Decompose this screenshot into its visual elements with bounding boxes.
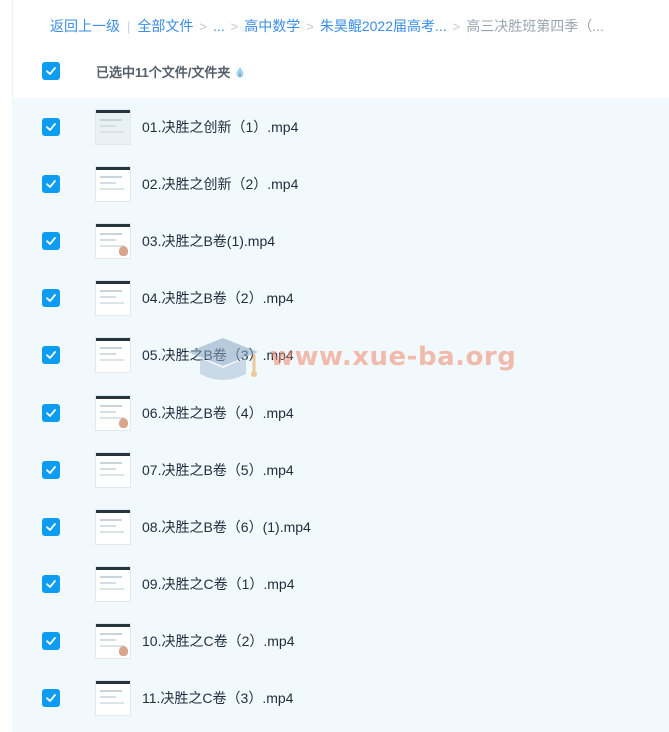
check-icon: [46, 408, 56, 417]
file-checkbox[interactable]: [42, 231, 60, 250]
breadcrumb-current-folder: 高三决胜班第四季（...: [466, 18, 604, 34]
video-thumbnail[interactable]: [95, 565, 131, 602]
breadcrumb: 返回上一级 | 全部文件 > ... > 高中数学 > 朱昊鲲2022届高考..…: [50, 14, 604, 38]
chevron-right-icon: >: [230, 18, 239, 34]
check-icon: [46, 350, 56, 359]
chevron-right-icon: >: [452, 18, 461, 34]
file-checkbox[interactable]: [42, 517, 60, 536]
breadcrumb-ellipsis[interactable]: ...: [213, 18, 225, 34]
check-icon: [46, 67, 56, 75]
file-name[interactable]: 10.决胜之C卷（2）.mp4: [142, 631, 294, 651]
file-name[interactable]: 05.决胜之B卷（3）.mp4: [142, 345, 294, 365]
file-name[interactable]: 01.决胜之创新（1）.mp4: [142, 117, 298, 137]
file-name[interactable]: 04.决胜之B卷（2）.mp4: [142, 288, 294, 308]
file-row[interactable]: 02.决胜之创新（2）.mp4: [12, 155, 669, 212]
file-name[interactable]: 07.决胜之B卷（5）.mp4: [142, 460, 294, 480]
file-name[interactable]: 11.决胜之C卷（3）.mp4: [142, 688, 293, 708]
video-thumbnail[interactable]: [95, 394, 131, 431]
file-checkbox[interactable]: [42, 288, 60, 307]
file-checkbox[interactable]: [42, 117, 60, 136]
file-checkbox[interactable]: [42, 460, 60, 479]
check-icon: [46, 465, 56, 474]
file-checkbox[interactable]: [42, 631, 60, 650]
video-thumbnail[interactable]: [95, 508, 131, 545]
file-row[interactable]: 11.决胜之C卷（3）.mp4: [12, 669, 669, 726]
file-checkbox[interactable]: [42, 345, 60, 364]
video-thumbnail[interactable]: [95, 279, 131, 316]
file-row[interactable]: 07.决胜之B卷（5）.mp4: [12, 441, 669, 498]
chevron-right-icon: >: [199, 18, 207, 34]
file-name[interactable]: 03.决胜之B卷(1).mp4: [142, 231, 275, 251]
file-row[interactable]: 01.决胜之创新（1）.mp4: [12, 98, 669, 155]
breadcrumb-all-files[interactable]: 全部文件: [137, 16, 193, 36]
file-row[interactable]: 06.决胜之B卷（4）.mp4: [12, 384, 669, 441]
video-thumbnail[interactable]: [95, 622, 131, 659]
breadcrumb-divider: |: [127, 18, 131, 34]
select-all-checkbox[interactable]: [42, 62, 60, 80]
check-icon: [46, 693, 56, 702]
file-name[interactable]: 08.决胜之B卷（6）(1).mp4: [142, 517, 311, 537]
file-row[interactable]: 09.决胜之C卷（1）.mp4: [12, 555, 669, 612]
check-icon: [46, 636, 56, 645]
check-icon: [46, 179, 56, 188]
file-row[interactable]: 03.决胜之B卷(1).mp4: [12, 212, 669, 269]
video-thumbnail[interactable]: [95, 679, 131, 716]
check-icon: [46, 236, 56, 245]
check-icon: [46, 579, 56, 588]
check-icon: [46, 293, 56, 302]
video-thumbnail[interactable]: [95, 336, 131, 373]
file-row[interactable]: 08.决胜之B卷（6）(1).mp4: [12, 498, 669, 555]
check-icon: [46, 122, 56, 131]
file-checkbox[interactable]: [42, 688, 60, 707]
file-row[interactable]: 05.决胜之B卷（3）.mp4: [12, 326, 669, 383]
video-thumbnail[interactable]: [95, 222, 131, 259]
file-name[interactable]: 02.决胜之创新（2）.mp4: [142, 174, 298, 194]
back-link[interactable]: 返回上一级: [50, 16, 120, 36]
sort-drop-icon[interactable]: [236, 66, 244, 78]
selection-count-text: 已选中11个文件/文件夹: [96, 64, 231, 80]
video-thumbnail[interactable]: [95, 108, 131, 145]
file-name[interactable]: 06.决胜之B卷（4）.mp4: [142, 403, 294, 423]
file-name[interactable]: 09.决胜之C卷（1）.mp4: [142, 574, 294, 594]
file-checkbox[interactable]: [42, 574, 60, 593]
selection-count-label: 已选中11个文件/文件夹: [96, 62, 244, 81]
file-checkbox[interactable]: [42, 174, 60, 193]
check-icon: [46, 522, 56, 531]
video-thumbnail[interactable]: [95, 451, 131, 488]
breadcrumb-high-school-math[interactable]: 高中数学: [244, 16, 300, 36]
chevron-right-icon: >: [306, 18, 314, 34]
file-row[interactable]: 10.决胜之C卷（2）.mp4: [12, 612, 669, 669]
breadcrumb-course-folder[interactable]: 朱昊鲲2022届高考...: [320, 16, 447, 36]
file-checkbox[interactable]: [42, 403, 60, 422]
selection-header: 已选中11个文件/文件夹: [12, 46, 669, 96]
video-thumbnail[interactable]: [95, 165, 131, 202]
file-list: 01.决胜之创新（1）.mp4 02.决胜之创新（2）.mp4 03.决胜之B卷(1…: [12, 98, 669, 732]
file-row[interactable]: 04.决胜之B卷（2）.mp4: [12, 269, 669, 326]
